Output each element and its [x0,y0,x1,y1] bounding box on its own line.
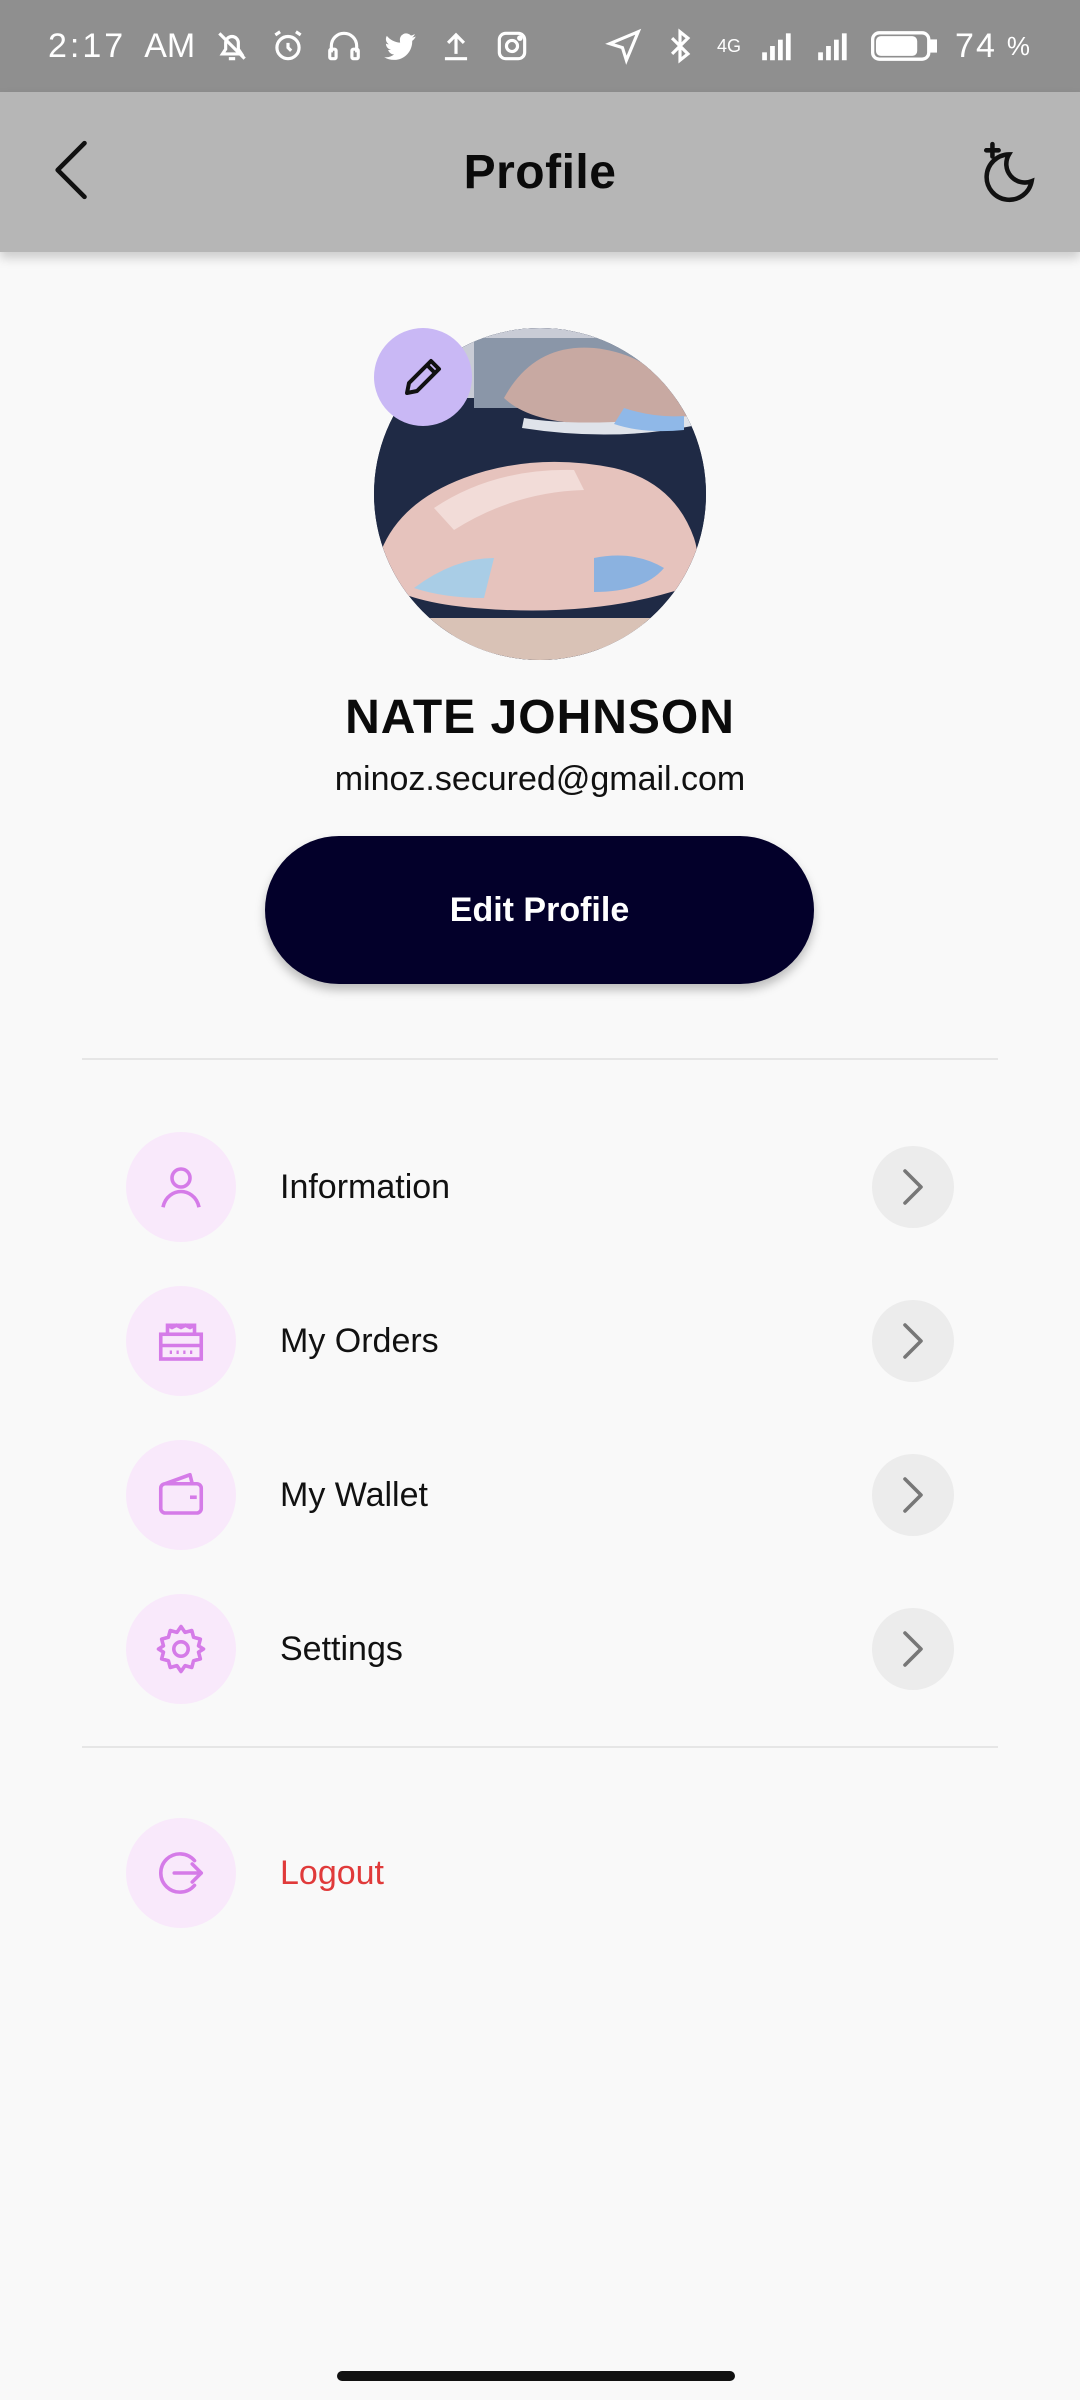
twitter-icon [381,27,419,65]
user-icon [161,1167,201,1208]
page-title: Profile [463,145,617,199]
edit-avatar-button[interactable] [374,328,472,426]
muted-bell-icon [213,27,251,65]
battery-level: 74% [955,27,1032,66]
upload-icon [437,27,475,65]
divider [82,1746,998,1748]
battery-icon [871,27,938,65]
chevron-right-icon [903,1477,923,1513]
back-button[interactable] [50,138,96,202]
moon-icon [983,141,1035,203]
user-email: minoz.secured@gmail.com [334,760,746,798]
menu-icon-bg [126,1594,236,1704]
status-time: 2:17 [48,26,127,65]
logout-label: Logout [280,1853,384,1892]
logout-item[interactable]: Logout [126,1818,954,1928]
status-right: 4G 74% [605,27,1032,66]
chevron-left-icon [55,140,87,200]
chevron-right-icon [903,1631,923,1667]
menu-label: Information [280,1167,451,1206]
dark-mode-toggle[interactable] [978,140,1044,206]
wallet-icon [158,1472,204,1515]
headphones-icon [325,27,363,65]
menu-label: Settings [280,1629,403,1668]
signal-2-icon [815,27,853,65]
battery-unit: % [1006,30,1032,61]
menu-label: My Orders [280,1321,439,1360]
instagram-icon [493,27,531,65]
battery-percent: 74 [955,26,997,65]
chevron-right-button[interactable] [872,1454,954,1536]
chevron-right-button[interactable] [872,1146,954,1228]
chevron-right-button[interactable] [872,1608,954,1690]
menu-item-information[interactable]: Information [126,1132,954,1242]
user-name: NATE JOHNSON [345,691,735,744]
menu-item-my-orders[interactable]: My Orders [126,1286,954,1396]
status-left: 2:17 AM [48,27,531,66]
menu-item-my-wallet[interactable]: My Wallet [126,1440,954,1550]
orders-icon [158,1323,204,1361]
app-bar: Profile [0,92,1080,252]
menu-icon-bg [126,1132,236,1242]
menu-icon-bg [126,1440,236,1550]
divider [82,1058,998,1060]
menu-icon-bg [126,1286,236,1396]
bluetooth-icon [661,27,699,65]
home-indicator[interactable] [337,2371,735,2381]
chevron-right-button[interactable] [872,1300,954,1382]
location-arrow-icon [605,27,643,65]
signal-icon [759,27,797,65]
menu-label: My Wallet [280,1475,428,1514]
edit-profile-button[interactable]: Edit Profile [265,836,814,984]
menu-icon-bg [126,1818,236,1928]
menu-item-settings[interactable]: Settings [126,1594,954,1704]
gear-icon [156,1624,206,1674]
alarm-icon [269,27,307,65]
status-ampm: AM [144,26,196,65]
pencil-icon [405,359,441,395]
logout-icon [159,1852,204,1894]
chevron-right-icon [903,1323,923,1359]
status-bar: 2:17 AM 4G 74 % [0,0,1080,92]
chevron-right-icon [903,1169,923,1205]
network-type: 4G [717,35,742,56]
